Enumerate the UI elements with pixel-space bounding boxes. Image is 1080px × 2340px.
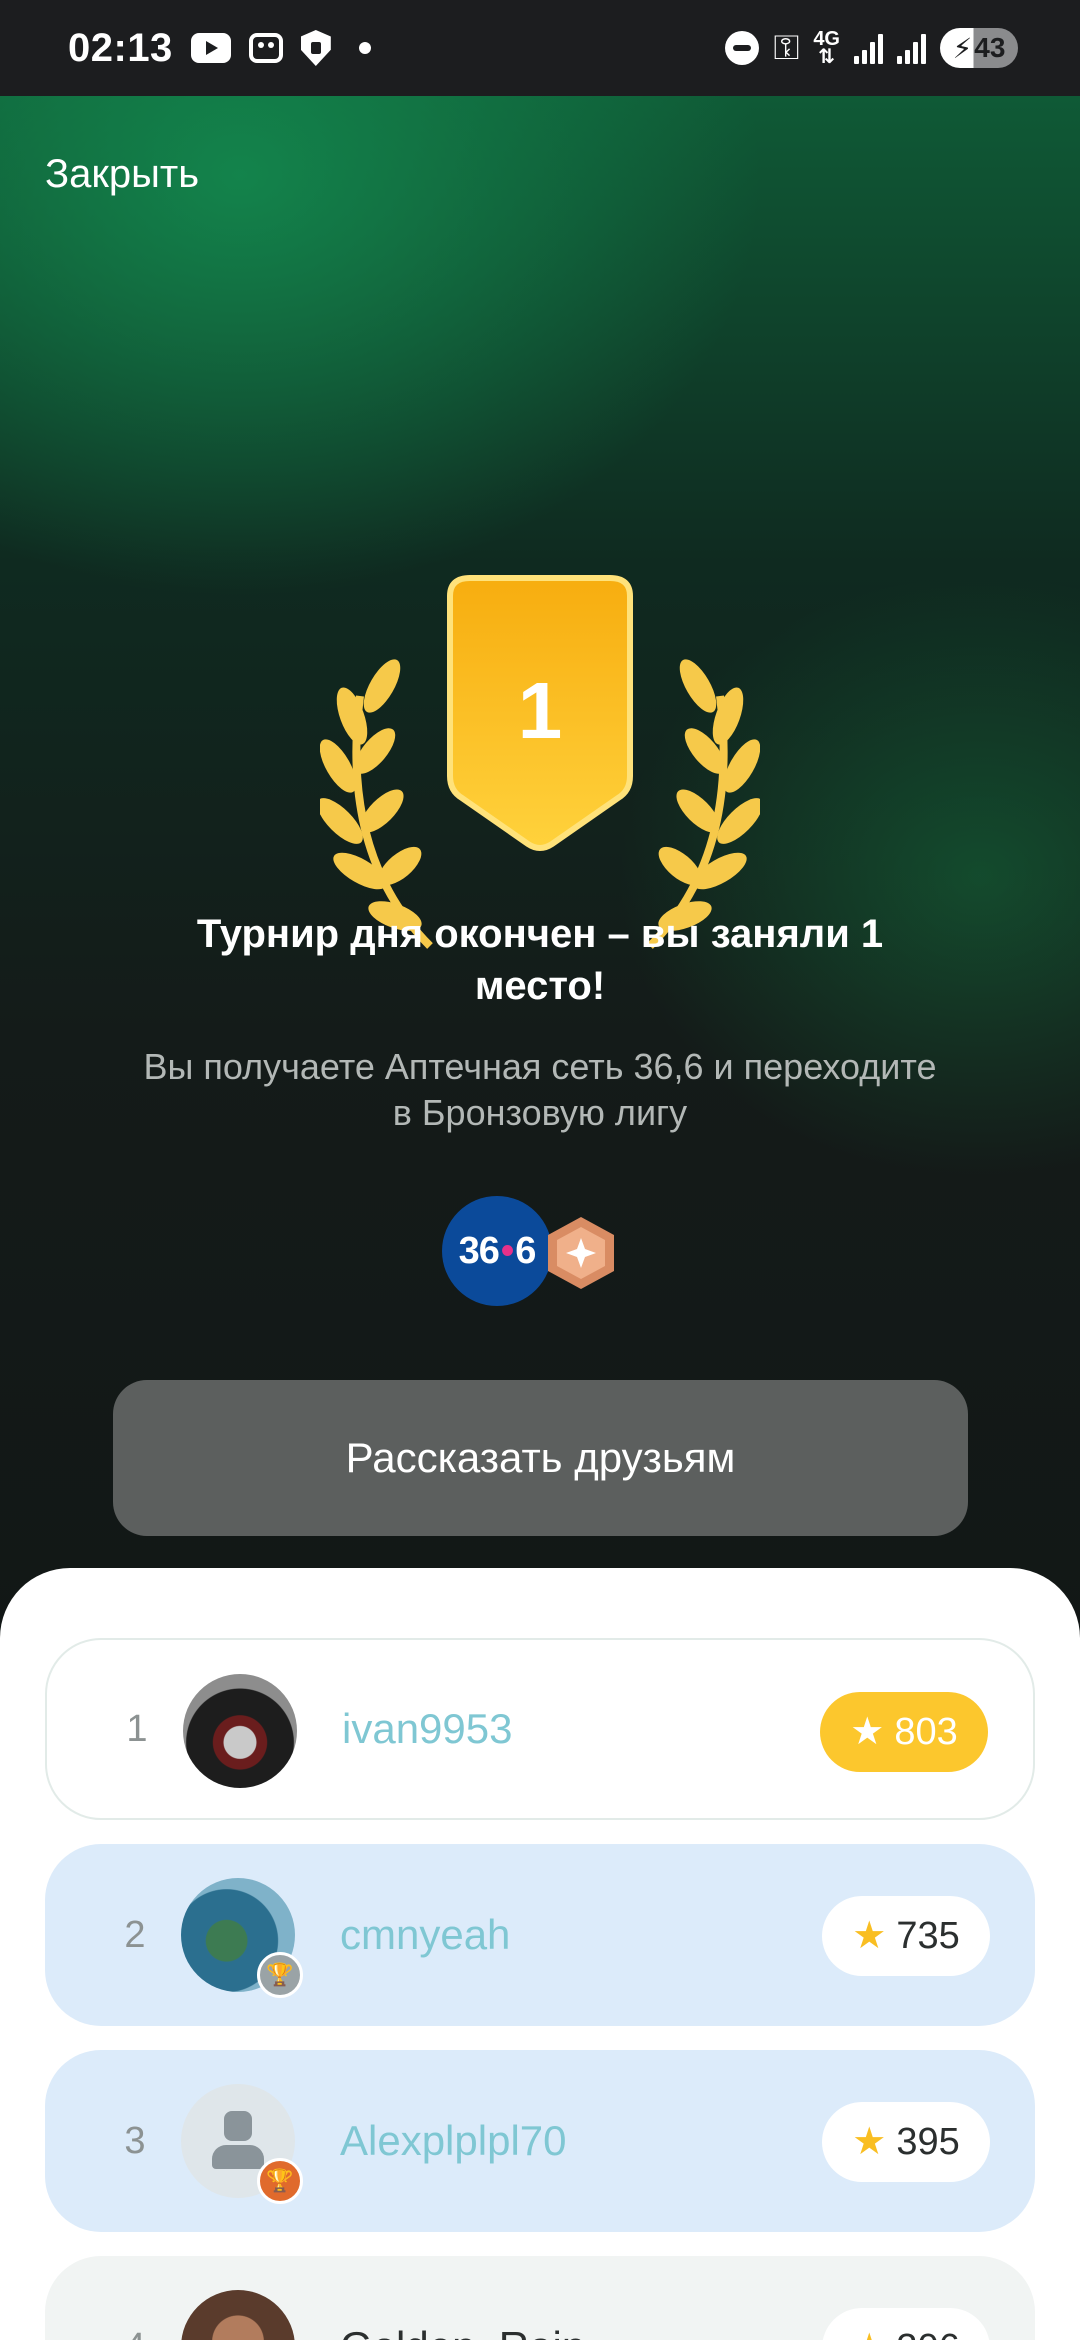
leaderboard-sheet: 1 ivan9953 ★ 803 2 🏆 cmnyeah ★ 735 3 🏆 A… (0, 1568, 1080, 2340)
star-icon: ★ (852, 2121, 887, 2163)
first-place-trophy-icon: 1 (320, 575, 760, 949)
leaderboard-row[interactable]: 2 🏆 cmnyeah ★ 735 (45, 1844, 1035, 2026)
rank: 3 (124, 2119, 146, 2162)
status-bar: 02:13 ⚿ 4G ⇅ ⚡ 43 (0, 0, 1080, 96)
close-button[interactable]: Закрыть (45, 152, 199, 197)
laurel-right-icon (647, 659, 760, 949)
status-right: ⚿ 4G ⇅ ⚡ 43 (725, 28, 1018, 68)
result-subtitle: Вы получаете Аптечная сеть 36,6 и перехо… (143, 1046, 937, 1133)
result-title: Турнир дня окончен – вы заняли 1 место! (196, 912, 884, 1008)
person-icon (210, 2111, 266, 2171)
dnd-icon (725, 31, 760, 65)
rewards: 36 • 6 (442, 1196, 642, 1306)
share-with-friends-button[interactable]: Рассказать друзьям (113, 1380, 968, 1536)
youtube-icon (190, 33, 231, 63)
dot-icon (358, 42, 371, 54)
bronze-league-badge-icon (548, 1217, 614, 1289)
battery-charging-icon: ⚡ 43 (940, 28, 1018, 68)
shield-lock-icon (300, 30, 331, 66)
avatar (183, 1674, 297, 1788)
score-badge: ★ 803 (820, 1692, 988, 1772)
score-badge: ★ 735 (822, 1896, 990, 1976)
score: 803 (894, 1710, 958, 1753)
username: Alexplplpl70 (340, 2117, 567, 2164)
username: Golden_Rain (340, 2323, 585, 2340)
network-type: 4G ⇅ (813, 28, 840, 68)
key-icon: ⚿ (773, 28, 800, 67)
laurel-left-icon (320, 659, 433, 949)
score: 306 (896, 2327, 959, 2340)
star-icon: ★ (852, 2329, 886, 2340)
leaderboard-row[interactable]: 4 Golden_Rain ★ 306 (45, 2256, 1035, 2340)
username: cmnyeah (340, 1911, 511, 1958)
status-left: 02:13 (68, 26, 371, 71)
avatar (181, 2290, 295, 2340)
username: ivan9953 (342, 1705, 513, 1752)
result-hero: Закрыть 1 Турнир дня окончен – вы заняли… (0, 96, 1080, 1656)
rank: 4 (115, 2326, 155, 2340)
place-number: 1 (518, 666, 563, 755)
battery-level: 43 (974, 32, 1006, 63)
score-badge: ★ 306 (822, 2308, 990, 2340)
score-badge: ★ 395 (822, 2102, 990, 2182)
face-icon (248, 33, 283, 63)
star-icon: ★ (852, 1915, 887, 1957)
leaderboard-row[interactable]: 3 🏆 Alexplplpl70 ★ 395 (45, 2050, 1035, 2232)
rank: 1 (126, 1707, 148, 1750)
bronze-trophy-icon: 🏆 (257, 2158, 303, 2204)
rank: 2 (124, 1913, 146, 1956)
score: 735 (896, 1914, 960, 1957)
signal-icon (854, 32, 883, 64)
leaderboard-row[interactable]: 1 ivan9953 ★ 803 (45, 1638, 1035, 1820)
score: 395 (896, 2120, 960, 2163)
pharmacy-366-logo: 36 • 6 (442, 1196, 552, 1306)
signal-icon (897, 32, 926, 64)
status-time: 02:13 (68, 25, 173, 70)
silver-trophy-icon: 🏆 (257, 1952, 303, 1998)
star-icon: ★ (850, 1711, 885, 1753)
